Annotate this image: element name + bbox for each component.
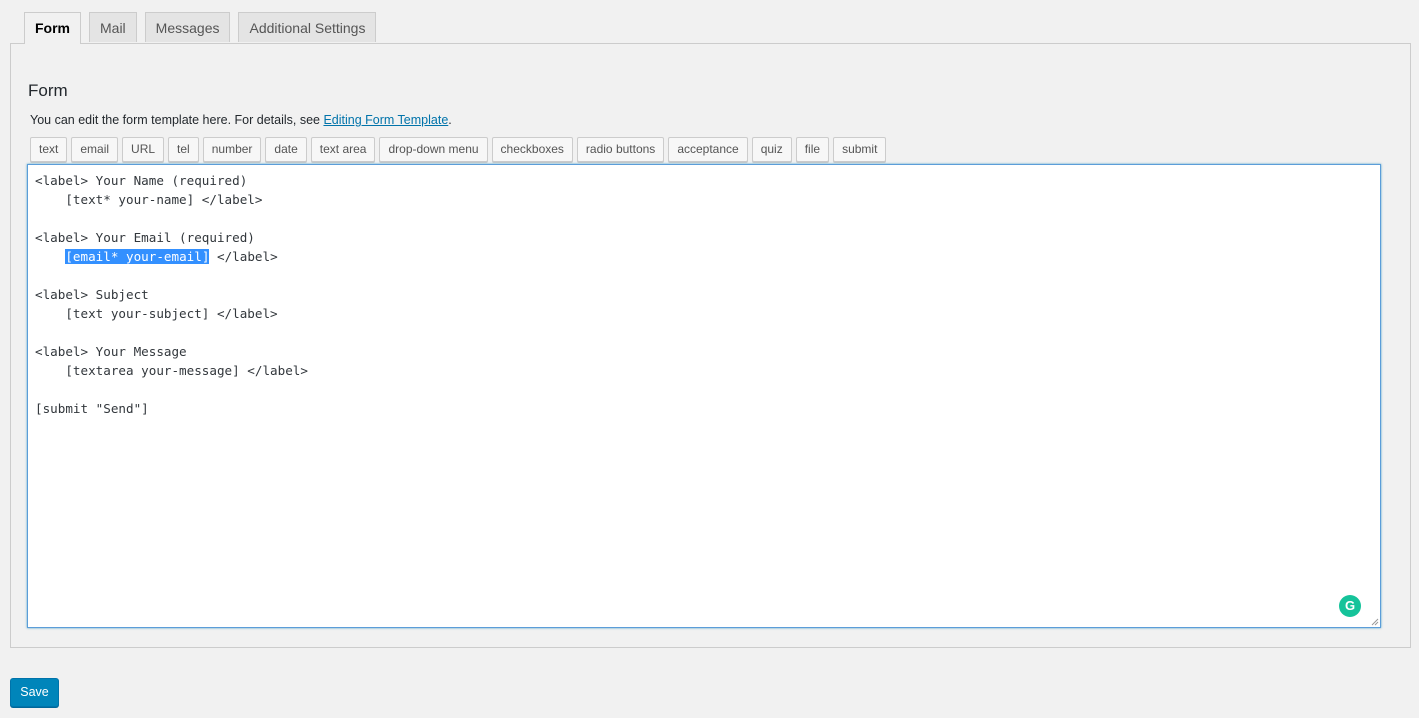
code-line: [textarea your-message] </label> (35, 363, 308, 378)
tab-bar: Form Mail Messages Additional Settings (24, 12, 384, 44)
tab-additional-settings[interactable]: Additional Settings (238, 12, 377, 42)
form-template-editor[interactable]: <label> Your Name (required) [text* your… (27, 164, 1381, 628)
tag-dropdown-button[interactable]: drop-down menu (379, 137, 488, 162)
tag-quiz-button[interactable]: quiz (751, 137, 792, 162)
section-title: Form (28, 81, 68, 100)
code-line: <label> Subject (35, 287, 149, 302)
tag-submit-button[interactable]: submit (833, 137, 887, 162)
code-line: <label> Your Message (35, 344, 187, 359)
tag-generator-bar: text email URL tel number date text area… (30, 137, 890, 162)
selected-text: [email* your-email] (65, 249, 210, 264)
form-description: You can edit the form template here. For… (30, 113, 452, 127)
tag-date-button[interactable]: date (265, 137, 307, 162)
code-rest: </label> (209, 249, 278, 264)
grammarly-icon[interactable]: G (1339, 595, 1361, 617)
resize-handle-icon[interactable] (1370, 617, 1379, 626)
template-code: <label> Your Name (required) [text* your… (35, 171, 308, 418)
tag-tel-button[interactable]: tel (168, 137, 199, 162)
tab-form[interactable]: Form (24, 12, 81, 44)
description-text: You can edit the form template here. For… (30, 113, 324, 127)
code-line: ​ (35, 209, 308, 228)
description-end: . (448, 113, 452, 127)
tag-text-button[interactable]: text (30, 137, 68, 162)
code-line: [submit "Send"] (35, 401, 149, 416)
form-panel: Form You can edit the form template here… (10, 43, 1411, 648)
save-button[interactable]: Save (10, 678, 59, 707)
tab-mail[interactable]: Mail (89, 12, 137, 42)
code-line: ​ (35, 323, 308, 342)
code-line: <label> Your Name (required) (35, 173, 248, 188)
tag-url-button[interactable]: URL (122, 137, 165, 162)
tag-acceptance-button[interactable]: acceptance (668, 137, 748, 162)
code-line: [text your-subject] </label> (35, 306, 278, 321)
tag-textarea-button[interactable]: text area (310, 137, 376, 162)
tag-checkboxes-button[interactable]: checkboxes (491, 137, 573, 162)
code-line: <label> Your Email (required) (35, 230, 255, 245)
tag-file-button[interactable]: file (795, 137, 830, 162)
tag-number-button[interactable]: number (202, 137, 262, 162)
code-line: ​ (35, 380, 308, 399)
code-line: ​ (35, 266, 308, 285)
code-line: [text* your-name] </label> (35, 192, 263, 207)
tag-radio-buttons-button[interactable]: radio buttons (576, 137, 665, 162)
tag-email-button[interactable]: email (71, 137, 119, 162)
tab-messages[interactable]: Messages (144, 12, 231, 42)
editing-form-template-link[interactable]: Editing Form Template (323, 113, 448, 127)
code-line: [email* your-email] </label> (35, 247, 308, 266)
